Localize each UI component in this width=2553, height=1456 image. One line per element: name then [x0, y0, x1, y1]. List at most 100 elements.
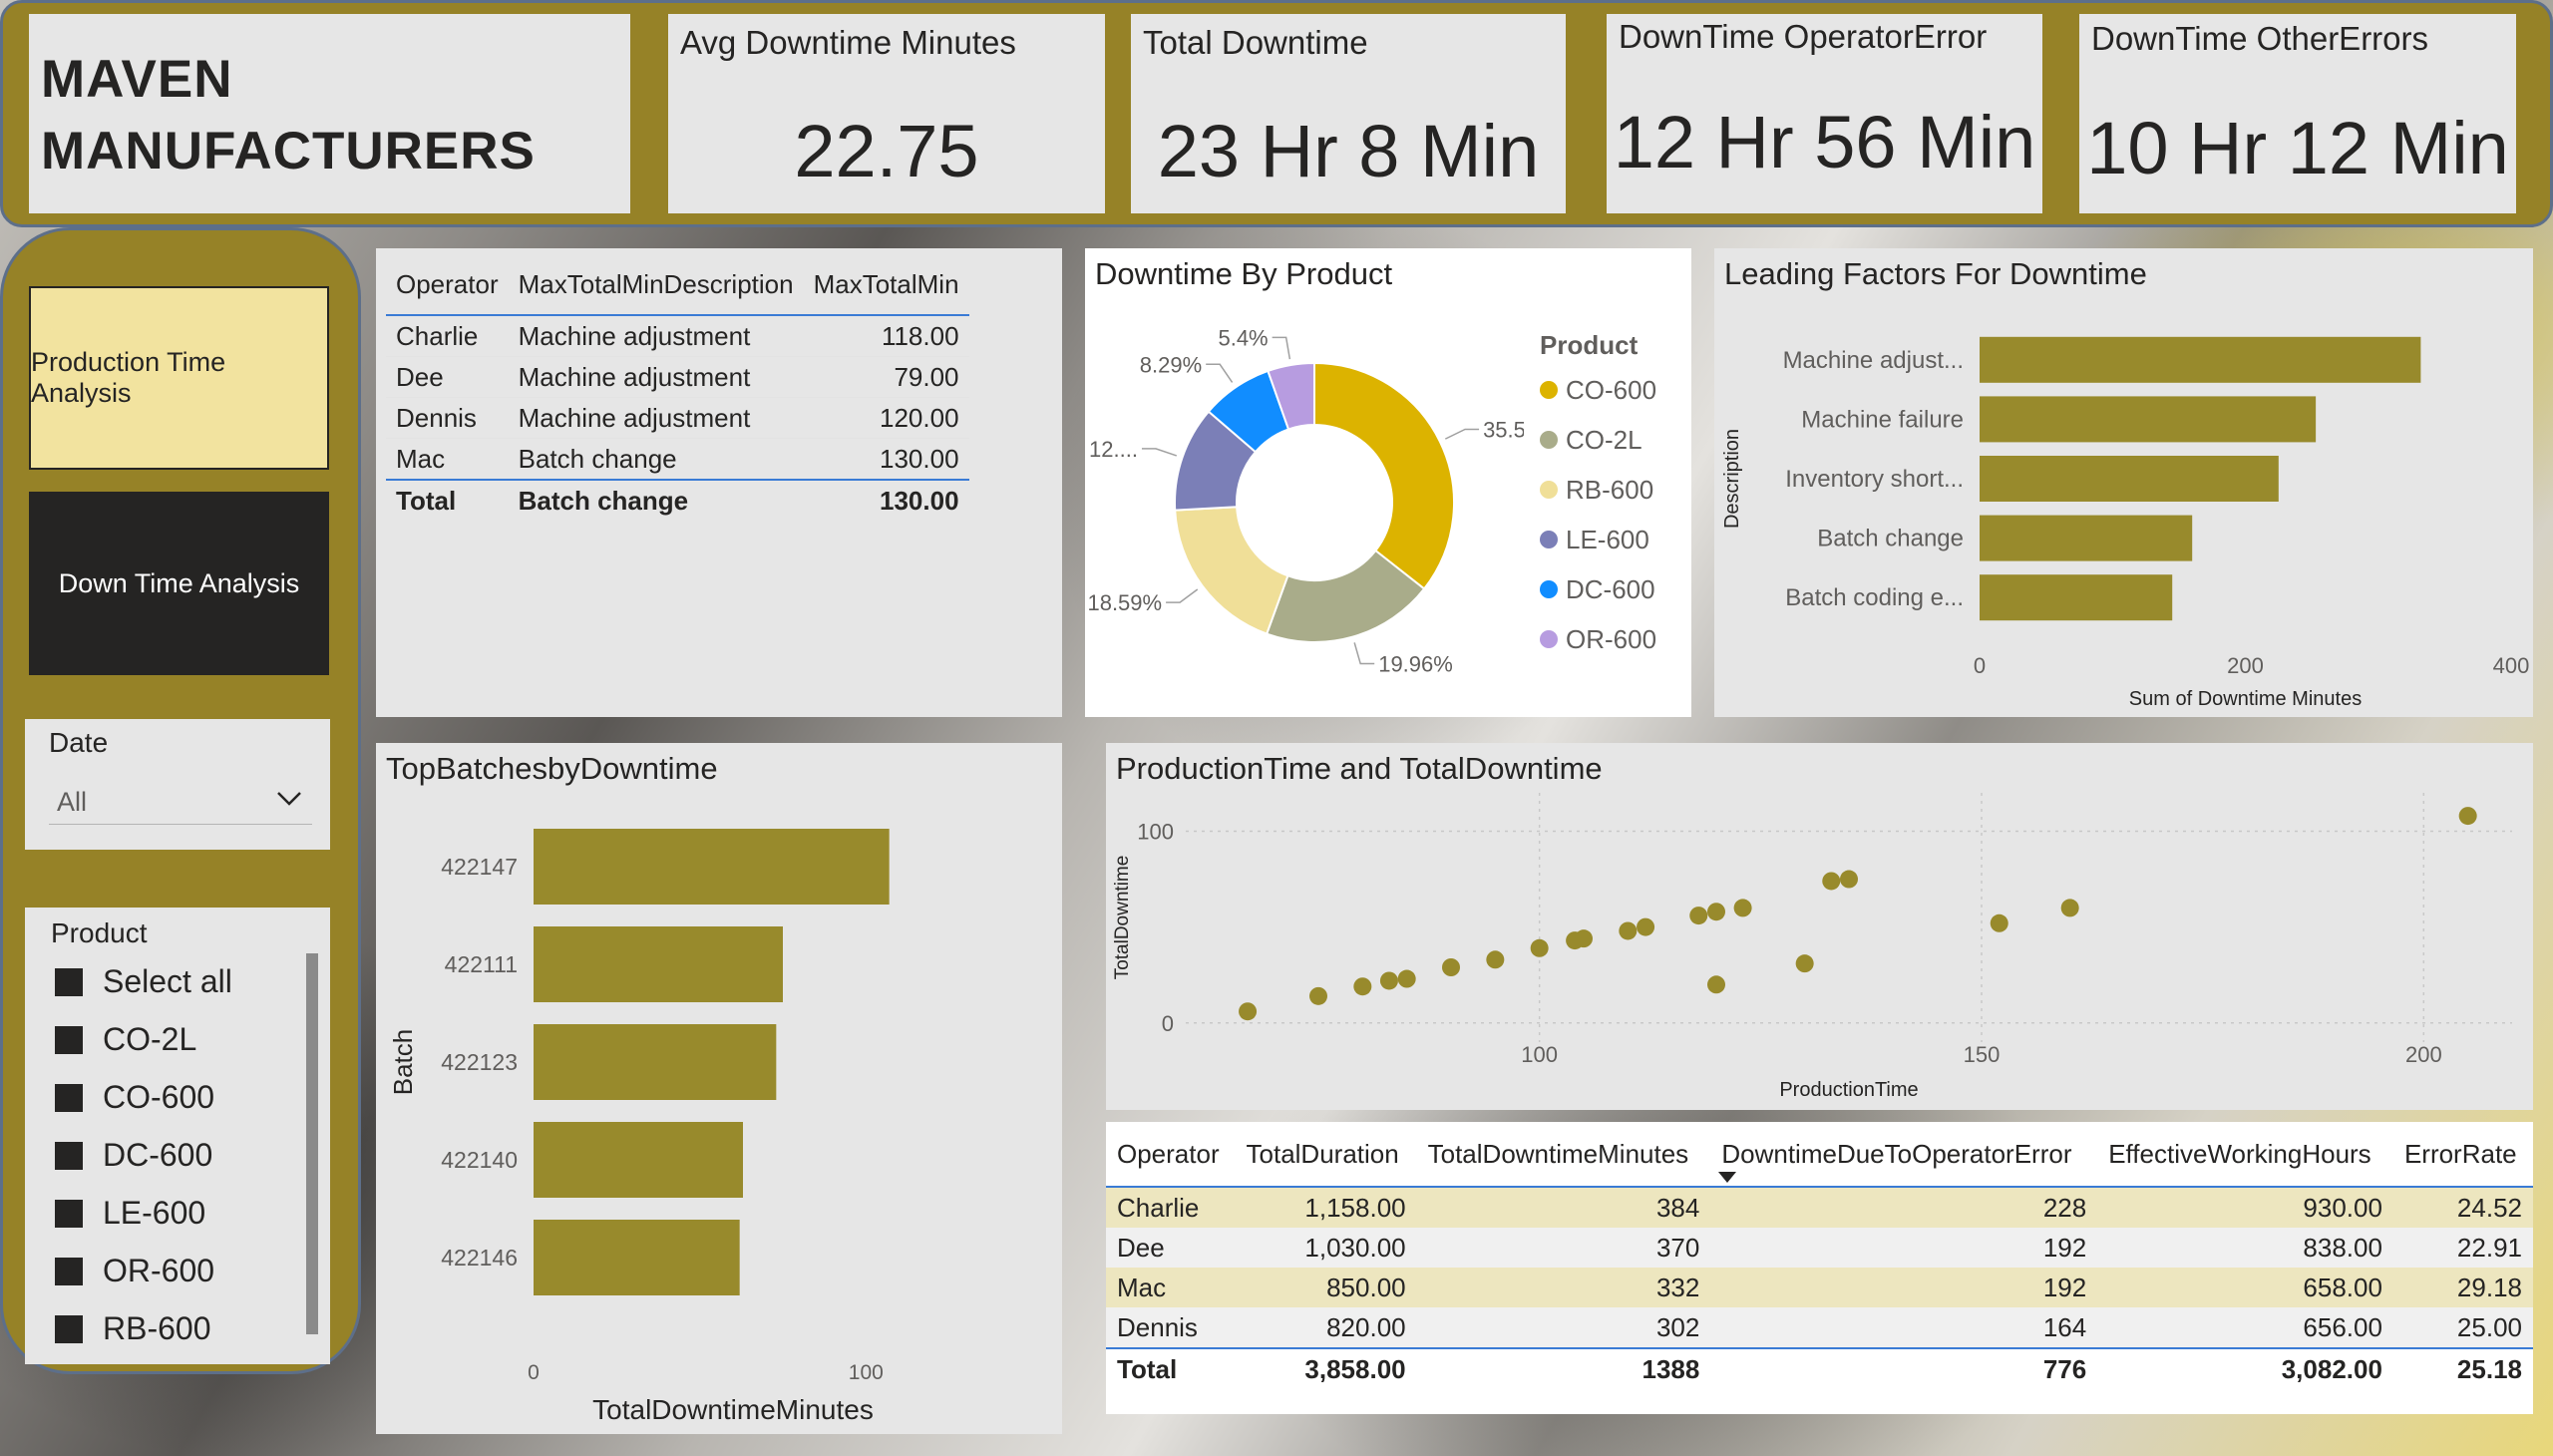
- legend-item-co-600[interactable]: CO-600: [1540, 365, 1656, 415]
- down-time-analysis-button[interactable]: Down Time Analysis: [29, 492, 329, 675]
- bar-422147[interactable]: [534, 829, 890, 905]
- operator-summary-table: Operator TotalDuration TotalDowntimeMinu…: [1106, 1122, 2533, 1389]
- legend-marker: [1540, 531, 1558, 548]
- scatter-point[interactable]: [1486, 950, 1505, 969]
- bar-422140[interactable]: [534, 1122, 743, 1198]
- legend-item-co-2l[interactable]: CO-2L: [1540, 415, 1656, 465]
- legend-item-or-600[interactable]: OR-600: [1540, 614, 1656, 664]
- donut-slice-rb-600[interactable]: [1174, 506, 1289, 635]
- downtime-by-product-chart: Downtime By Product 35.59% 19.96% 18.59% 12…: [1085, 248, 1691, 717]
- product-option-co-2l[interactable]: CO-2L: [55, 1021, 196, 1058]
- donut-slice-co-600[interactable]: [1313, 361, 1455, 590]
- legend-label: OR-600: [1566, 623, 1657, 654]
- bar-batch-change[interactable]: [1980, 515, 2193, 561]
- bar-422111[interactable]: [534, 926, 783, 1002]
- column-header[interactable]: Operator: [386, 254, 509, 315]
- column-header[interactable]: ErrorRate: [2393, 1122, 2533, 1187]
- scatter-point[interactable]: [2458, 807, 2477, 826]
- bar-machine-failure[interactable]: [1980, 396, 2317, 443]
- operator-max-table-card: Operator MaxTotalMinDescription MaxTotal…: [376, 248, 1062, 717]
- column-header[interactable]: TotalDowntimeMinutes: [1417, 1122, 1711, 1187]
- scatter-point[interactable]: [1353, 977, 1372, 996]
- table-row: Charlie Machine adjustment 118.00: [386, 315, 969, 357]
- y-tick-label: 422140: [441, 1147, 518, 1173]
- bar-batch-coding-e-[interactable]: [1980, 574, 2173, 621]
- scatter-point[interactable]: [2060, 899, 2079, 917]
- product-slicer: Product Select all CO-2L CO-600 DC-600 L…: [25, 908, 330, 1364]
- scatter-point[interactable]: [1575, 929, 1593, 948]
- column-header[interactable]: EffectiveWorkingHours: [2097, 1122, 2393, 1187]
- checkbox[interactable]: [55, 1025, 83, 1054]
- top-batches-chart: TopBatchesbyDowntime 422147 422111 422123 4…: [376, 743, 1062, 1434]
- bar-inventory-short-[interactable]: [1980, 456, 2279, 502]
- product-option-rb-600[interactable]: RB-600: [55, 1310, 211, 1347]
- legend-marker: [1540, 381, 1558, 399]
- scatter-plot: 0 100 100 150 200 ProductionTime TotalDowntime: [1112, 793, 2512, 1101]
- y-tick-label: Batch change: [1817, 526, 1964, 552]
- product-option-le-600[interactable]: LE-600: [55, 1195, 205, 1232]
- checkbox[interactable]: [55, 1257, 83, 1285]
- down-time-analysis-label: Down Time Analysis: [58, 567, 300, 598]
- bar-422146[interactable]: [534, 1220, 740, 1295]
- x-tick-label: 100: [1521, 1042, 1558, 1067]
- production-vs-downtime-chart: ProductionTime and TotalDowntime 0 100 100…: [1106, 743, 2533, 1110]
- x-tick-label: 400: [2493, 653, 2530, 678]
- scatter-point[interactable]: [1530, 938, 1549, 957]
- product-option-dc-600[interactable]: DC-600: [55, 1137, 212, 1174]
- legend-item-rb-600[interactable]: RB-600: [1540, 465, 1656, 515]
- y-tick-label: 422146: [441, 1245, 518, 1271]
- date-dropdown[interactable]: All: [49, 775, 312, 825]
- donut-leader-line: [1444, 428, 1480, 440]
- table-total-row: Total 3,858.00 1388 776 3,082.00 25.18: [1106, 1348, 2533, 1389]
- chevron-down-icon: [277, 792, 301, 806]
- kpi-title: Avg Downtime Minutes: [680, 24, 1016, 61]
- column-header[interactable]: MaxTotalMin: [804, 254, 969, 315]
- scatter-point[interactable]: [1822, 872, 1841, 891]
- product-option-or-600[interactable]: OR-600: [55, 1253, 214, 1289]
- checkbox[interactable]: [55, 1199, 83, 1228]
- scatter-point[interactable]: [1707, 903, 1725, 921]
- product-option-select-all[interactable]: Select all: [55, 963, 232, 1000]
- column-header-sorted[interactable]: DowntimeDueToOperatorError: [1710, 1122, 2097, 1187]
- checkbox[interactable]: [55, 967, 83, 996]
- production-time-analysis-button[interactable]: Production Time Analysis: [29, 286, 329, 470]
- column-header[interactable]: Operator: [1106, 1122, 1236, 1187]
- leading-factors-chart: Leading Factors For Downtime Machine adj…: [1714, 248, 2533, 717]
- scatter-point[interactable]: [1239, 1002, 1258, 1021]
- scatter-point[interactable]: [1397, 969, 1416, 988]
- donut-data-label: 12....: [1089, 437, 1138, 462]
- scatter-point[interactable]: [1795, 954, 1814, 973]
- scatter-point[interactable]: [1309, 986, 1327, 1005]
- y-axis-title: Description: [1721, 429, 1743, 529]
- scatter-point[interactable]: [1840, 870, 1858, 889]
- legend-item-le-600[interactable]: LE-600: [1540, 515, 1656, 564]
- column-header[interactable]: TotalDuration: [1236, 1122, 1417, 1187]
- legend-marker: [1540, 481, 1558, 499]
- scatter-point[interactable]: [1707, 975, 1725, 994]
- scatter-point[interactable]: [1689, 907, 1708, 925]
- checkbox[interactable]: [55, 1141, 83, 1170]
- scatter-point[interactable]: [1637, 917, 1655, 936]
- brand-line1: MAVEN: [41, 50, 233, 109]
- kpi-title: DownTime OtherErrors: [2091, 20, 2429, 57]
- column-header[interactable]: MaxTotalMinDescription: [509, 254, 804, 315]
- bar-machine-adjust-[interactable]: [1980, 336, 2421, 383]
- scatter-point[interactable]: [1379, 971, 1398, 990]
- product-option-co-600[interactable]: CO-600: [55, 1079, 214, 1116]
- scatter-point[interactable]: [1442, 958, 1460, 976]
- kpi-value: 12 Hr 56 Min: [1613, 101, 2036, 183]
- scatter-point[interactable]: [1990, 913, 2008, 932]
- table-row: Charlie 1,158.00 384 228 930.00 24.52: [1106, 1187, 2533, 1228]
- checkbox[interactable]: [55, 1314, 83, 1343]
- slicer-scrollbar[interactable]: [306, 953, 318, 1334]
- scatter-point[interactable]: [1619, 921, 1638, 940]
- donut-data-label: 5.4%: [1218, 325, 1268, 350]
- y-tick-label: Machine adjust...: [1783, 347, 1964, 374]
- donut-leader-line: [1272, 336, 1291, 360]
- bar-422123[interactable]: [534, 1024, 777, 1100]
- scatter-point[interactable]: [1733, 899, 1752, 917]
- date-slicer-title: Date: [49, 727, 109, 758]
- checkbox[interactable]: [55, 1083, 83, 1112]
- legend-item-dc-600[interactable]: DC-600: [1540, 564, 1656, 614]
- donut-leader-line: [1141, 448, 1178, 457]
